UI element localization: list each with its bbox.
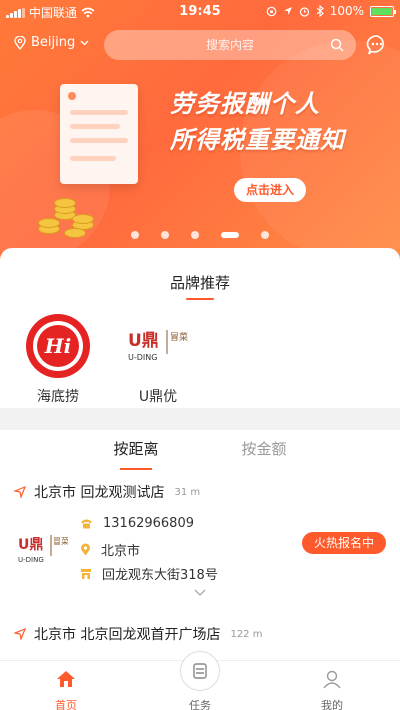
store-distance: 31 m xyxy=(174,486,201,498)
banner[interactable]: 中国联通 19:45 100% Beijing 搜索内容 劳务报酬个人 所得税重… xyxy=(0,0,400,262)
status-bar: 中国联通 19:45 100% xyxy=(0,0,400,24)
bluetooth-icon xyxy=(316,5,324,17)
brand-name: U鼎优 xyxy=(138,389,178,405)
city-selector[interactable]: Beijing xyxy=(14,35,89,50)
chevron-down-icon xyxy=(80,40,89,45)
nav-profile[interactable]: 我的 xyxy=(292,667,372,710)
active-tab-indicator xyxy=(120,468,152,470)
store-city: 北京市 xyxy=(101,544,141,559)
svg-text:冒菜: 冒菜 xyxy=(53,536,68,546)
search-icon[interactable] xyxy=(330,38,344,52)
banner-enter-button[interactable]: 点击进入 xyxy=(234,178,306,202)
tab-by-amount[interactable]: 按金额 xyxy=(204,438,324,459)
nav-label: 首页 xyxy=(55,699,77,710)
brand-item-uding[interactable]: U鼎 冒菜 U-DING U鼎优 xyxy=(118,314,198,406)
svg-text:U-DING: U-DING xyxy=(128,353,157,362)
carousel-dot[interactable] xyxy=(261,231,269,239)
svg-text:U鼎: U鼎 xyxy=(128,331,159,351)
svg-text:冒菜: 冒菜 xyxy=(170,331,188,343)
section-title: 品牌推荐 xyxy=(169,274,230,292)
nav-home[interactable]: 首页 xyxy=(26,667,106,710)
search-bar[interactable] xyxy=(104,30,356,60)
store-list-section: 按距离 按金额 北京市 回龙观测试店 31 m U鼎 冒菜 U-DING 131… xyxy=(0,430,400,660)
brand-name: 海底捞 xyxy=(37,389,79,405)
carousel-dot[interactable] xyxy=(131,231,139,239)
sort-tabs: 按距离 按金额 xyxy=(0,430,400,470)
svg-text:U鼎: U鼎 xyxy=(18,536,43,553)
uding-logo: U鼎 冒菜 U-DING xyxy=(126,314,190,378)
user-icon xyxy=(323,670,341,689)
store-address: 回龙观东大街318号 xyxy=(102,568,218,583)
location-pin-icon xyxy=(81,543,90,556)
store-name: 北京市 北京回龙观首开广场店 xyxy=(34,627,221,643)
city-name: Beijing xyxy=(31,35,76,50)
nav-label: 我的 xyxy=(321,699,343,710)
navigation-arrow-icon xyxy=(14,486,26,498)
store-header[interactable]: 北京市 北京回龙观首开广场店 122 m xyxy=(14,624,262,644)
alarm-icon xyxy=(299,6,309,17)
tab-by-distance[interactable]: 按距离 xyxy=(76,438,196,459)
rotation-lock-icon xyxy=(266,6,276,16)
store-city-row: 北京市 xyxy=(80,540,140,559)
haidilao-logo: Hi xyxy=(26,314,90,378)
store-phone-row[interactable]: 13162966809 xyxy=(80,516,194,531)
location-arrow-icon xyxy=(283,7,292,15)
search-input[interactable] xyxy=(104,30,356,60)
battery-label: 100% xyxy=(329,4,364,18)
task-icon xyxy=(193,663,207,679)
navigation-arrow-icon xyxy=(14,628,26,640)
carousel-indicator xyxy=(0,231,400,239)
message-icon[interactable] xyxy=(366,34,388,56)
home-icon xyxy=(57,671,75,687)
store-phone: 13162966809 xyxy=(103,516,194,531)
carousel-dot-active[interactable] xyxy=(221,232,239,238)
phone-icon xyxy=(81,519,92,529)
brand-section: 品牌推荐 Hi 海底捞 U鼎 冒菜 U-DING U鼎优 xyxy=(0,248,400,408)
banner-title: 劳务报酬个人 所得税重要通知 xyxy=(170,90,345,154)
shop-icon xyxy=(81,568,91,579)
svg-text:U-DING: U-DING xyxy=(18,556,44,564)
nav-label: 任务 xyxy=(189,699,211,710)
battery-icon xyxy=(370,5,396,17)
status-badge[interactable]: 火热报名中 xyxy=(302,532,386,554)
store-header[interactable]: 北京市 回龙观测试店 31 m xyxy=(14,482,200,502)
section-title-underline xyxy=(186,298,214,300)
store-distance: 122 m xyxy=(230,628,263,640)
location-pin-icon xyxy=(14,35,26,50)
carousel-dot[interactable] xyxy=(161,231,169,239)
carousel-dot[interactable] xyxy=(191,231,199,239)
store-logo: U鼎 冒菜 U-DING xyxy=(18,532,69,568)
section-divider xyxy=(0,408,400,430)
task-button[interactable] xyxy=(180,651,220,691)
top-bar: Beijing xyxy=(0,28,400,62)
brand-item-haidilao[interactable]: Hi 海底捞 xyxy=(18,314,98,406)
document-illustration xyxy=(60,84,138,184)
chevron-down-icon[interactable] xyxy=(189,587,211,599)
store-address-row: 回龙观东大街318号 xyxy=(80,564,218,583)
store-name: 北京市 回龙观测试店 xyxy=(34,485,165,501)
